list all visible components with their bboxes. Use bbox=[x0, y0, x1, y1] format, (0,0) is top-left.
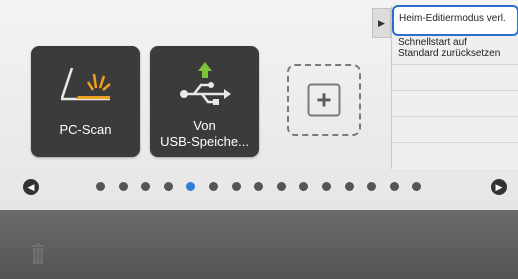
bottom-bar bbox=[0, 210, 518, 279]
scanner-icon bbox=[60, 67, 111, 101]
tile-label: PC-Scan bbox=[59, 122, 112, 137]
page-dot[interactable] bbox=[276, 182, 286, 191]
page-dot[interactable] bbox=[322, 182, 331, 191]
next-page-button[interactable]: ▶ bbox=[491, 179, 507, 195]
page-dot[interactable] bbox=[163, 182, 173, 191]
tile-label-line1: Von bbox=[193, 118, 216, 133]
menu-item-line1: Schnellstart auf bbox=[398, 37, 467, 48]
menu-empty-row bbox=[392, 65, 518, 91]
page-dot[interactable] bbox=[209, 182, 218, 191]
menu-item-reset-layout[interactable]: Schnellstart auf Standard zurücksetzen bbox=[392, 36, 518, 65]
usb-upload-icon bbox=[180, 62, 231, 105]
plus-icon: + bbox=[307, 83, 341, 117]
page-dot[interactable] bbox=[118, 182, 128, 191]
page-dot[interactable] bbox=[389, 182, 399, 191]
page-dot[interactable] bbox=[231, 182, 241, 191]
chevron-right-icon: ▶ bbox=[495, 182, 503, 192]
trash-icon[interactable] bbox=[31, 243, 45, 265]
pc-scan-tile[interactable]: PC-Scan bbox=[31, 46, 140, 157]
add-shortcut-slot[interactable]: + bbox=[287, 64, 361, 136]
menu-toggle-tab[interactable]: ▶ bbox=[372, 8, 391, 38]
page-dot[interactable] bbox=[344, 182, 354, 191]
page-dot[interactable] bbox=[96, 182, 105, 191]
menu-item-line2: Standard zurücksetzen bbox=[398, 48, 501, 59]
menu-empty-row bbox=[392, 91, 518, 117]
previous-page-button[interactable]: ◀ bbox=[23, 179, 39, 195]
menu-empty-row bbox=[392, 143, 518, 169]
action-menu: Schnellstart auf Standard zurücksetzen H… bbox=[391, 5, 518, 169]
menu-item-exit-edit-mode[interactable]: Heim-Editiermodus verl. bbox=[392, 5, 518, 36]
triangle-right-icon: ▶ bbox=[378, 18, 385, 28]
usb-import-tile[interactable]: Von USB-Speiche... bbox=[150, 46, 259, 157]
tile-label-line2: USB-Speiche... bbox=[160, 134, 249, 149]
chevron-left-icon: ◀ bbox=[27, 182, 35, 192]
menu-empty-row bbox=[392, 117, 518, 143]
